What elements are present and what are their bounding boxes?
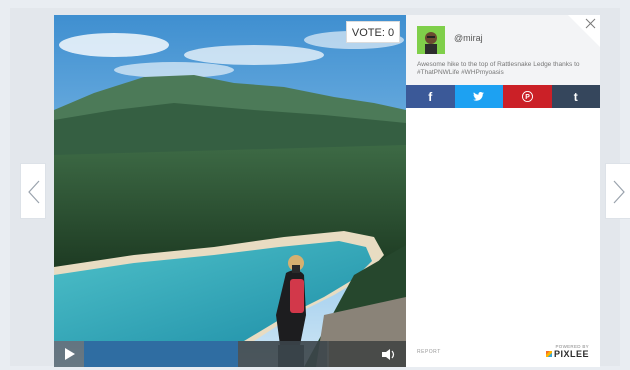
progress-buffer xyxy=(238,341,327,367)
avatar-image xyxy=(417,26,445,54)
pixlee-logo-icon xyxy=(545,351,552,357)
video-controls xyxy=(54,341,406,367)
share-bar: f P t xyxy=(406,85,600,108)
username-link[interactable]: @miraj xyxy=(454,33,483,43)
volume-icon[interactable] xyxy=(381,348,397,361)
brand-name: PIXLEE xyxy=(553,349,589,359)
post-caption: Awesome hike to the top of Rattlesnake L… xyxy=(417,61,580,76)
previous-button[interactable] xyxy=(20,163,46,219)
info-panel: @miraj Awesome hike to the top of Rattle… xyxy=(406,15,600,367)
facebook-share-button[interactable]: f xyxy=(406,85,455,108)
next-button[interactable] xyxy=(605,163,630,219)
avatar[interactable] xyxy=(417,26,445,54)
pinterest-share-button[interactable]: P xyxy=(503,85,552,108)
play-icon[interactable] xyxy=(62,347,76,361)
svg-text:P: P xyxy=(525,94,530,101)
chevron-left-icon xyxy=(28,180,40,204)
media-photo[interactable]: VOTE: 0 xyxy=(54,15,406,367)
facebook-icon: f xyxy=(428,89,433,104)
twitter-share-button[interactable] xyxy=(454,85,503,108)
hiker-lake-photo xyxy=(54,15,406,367)
progress-fill xyxy=(84,341,239,367)
powered-by-badge[interactable]: POWERED BY PIXLEE xyxy=(545,344,589,359)
tumblr-share-button[interactable]: t xyxy=(551,85,600,108)
tumblr-icon: t xyxy=(573,89,578,104)
brand-logo: PIXLEE xyxy=(545,349,589,359)
progress-bar[interactable] xyxy=(84,341,329,367)
vote-button[interactable]: VOTE: 0 xyxy=(346,21,400,43)
pinterest-icon: P xyxy=(521,91,533,102)
twitter-icon xyxy=(473,92,485,101)
report-link[interactable]: REPORT xyxy=(417,349,441,355)
chevron-right-icon xyxy=(613,180,625,204)
lightbox-modal: VOTE: 0 @miraj Awesome hike to the top o… xyxy=(54,15,600,367)
close-icon[interactable] xyxy=(585,18,596,29)
info-header: @miraj Awesome hike to the top of Rattle… xyxy=(406,15,600,85)
